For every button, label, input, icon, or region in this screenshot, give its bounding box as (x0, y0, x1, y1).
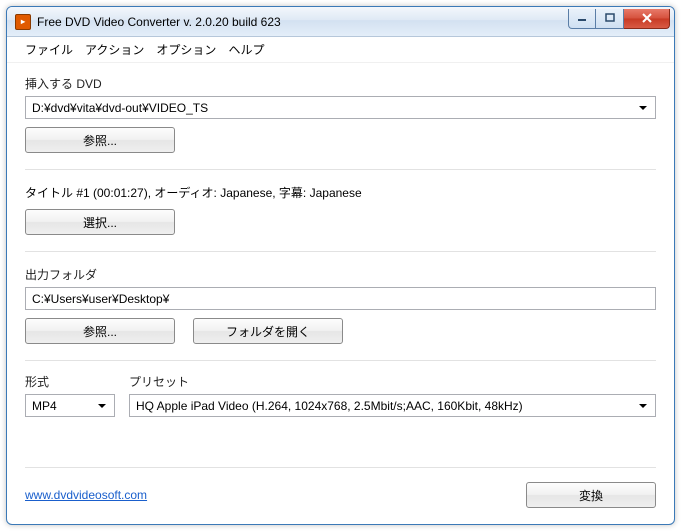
chevron-down-icon (635, 395, 651, 416)
output-path-field[interactable]: C:¥Users¥user¥Desktop¥ (25, 287, 656, 310)
menu-help[interactable]: ヘルプ (228, 41, 264, 58)
select-button[interactable]: 選択... (25, 209, 175, 235)
open-folder-button[interactable]: フォルダを開く (193, 318, 343, 344)
window-controls (568, 9, 670, 29)
app-window: ▸ Free DVD Video Converter v. 2.0.20 bui… (6, 6, 675, 525)
dvd-insert-label: 挿入する DVD (25, 75, 656, 92)
output-folder-label: 出力フォルダ (25, 266, 656, 283)
minimize-icon (577, 13, 587, 23)
divider (25, 169, 656, 170)
convert-button[interactable]: 変換 (526, 482, 656, 508)
menu-options[interactable]: オプション (156, 41, 216, 58)
close-button[interactable] (624, 9, 670, 29)
app-icon: ▸ (15, 14, 31, 30)
dvd-path-value: D:¥dvd¥vita¥dvd-out¥VIDEO_TS (32, 101, 208, 115)
browse-dvd-button[interactable]: 参照... (25, 127, 175, 153)
content-area: 挿入する DVD D:¥dvd¥vita¥dvd-out¥VIDEO_TS 参照… (7, 63, 674, 524)
chevron-down-icon (635, 97, 651, 118)
minimize-button[interactable] (568, 9, 596, 29)
format-combo[interactable]: MP4 (25, 394, 115, 417)
titlebar: ▸ Free DVD Video Converter v. 2.0.20 bui… (7, 7, 674, 37)
browse-output-button[interactable]: 参照... (25, 318, 175, 344)
output-path-value: C:¥Users¥user¥Desktop¥ (32, 292, 169, 306)
chevron-down-icon (94, 395, 110, 416)
window-title: Free DVD Video Converter v. 2.0.20 build… (37, 15, 568, 29)
website-link[interactable]: www.dvdvideosoft.com (25, 488, 147, 502)
title-info-text: タイトル #1 (00:01:27), オーディオ: Japanese, 字幕:… (25, 184, 656, 201)
menu-file[interactable]: ファイル (25, 41, 73, 58)
preset-label: プリセット (129, 373, 656, 390)
divider (25, 251, 656, 252)
close-icon (641, 13, 653, 23)
format-label: 形式 (25, 373, 115, 390)
footer: www.dvdvideosoft.com 変換 (25, 467, 656, 508)
maximize-icon (605, 13, 615, 23)
menubar: ファイル アクション オプション ヘルプ (7, 37, 674, 63)
preset-value: HQ Apple iPad Video (H.264, 1024x768, 2.… (136, 399, 523, 413)
maximize-button[interactable] (596, 9, 624, 29)
format-value: MP4 (32, 399, 57, 413)
dvd-path-combo[interactable]: D:¥dvd¥vita¥dvd-out¥VIDEO_TS (25, 96, 656, 119)
menu-action[interactable]: アクション (85, 41, 144, 58)
preset-combo[interactable]: HQ Apple iPad Video (H.264, 1024x768, 2.… (129, 394, 656, 417)
divider (25, 360, 656, 361)
